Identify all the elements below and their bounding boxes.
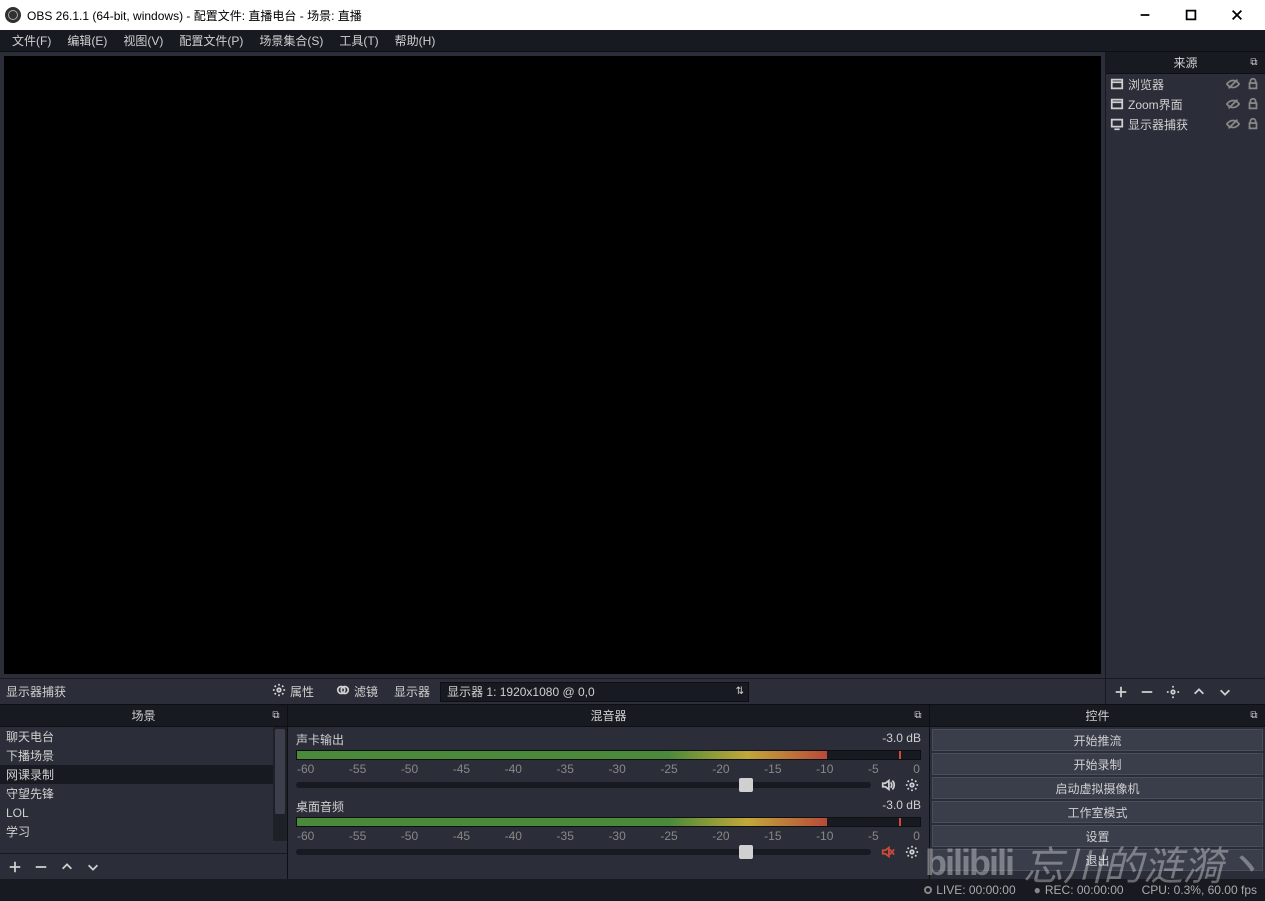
sources-list: 浏览器 Zoom界面显示器捕获 [1106,74,1265,678]
source-properties-bar: 显示器捕获 属性 滤镜 显示器 显示器 1: 1920x1080 @ 0,0 ⇅ [0,678,1105,704]
lock-icon[interactable] [1245,77,1261,91]
chevron-updown-icon: ⇅ [736,686,744,697]
lock-icon[interactable] [1245,97,1261,111]
menu-2[interactable]: 视图(V) [115,30,171,51]
display-select[interactable]: 显示器 1: 1920x1080 @ 0,0 ⇅ [440,682,749,702]
scene-item[interactable]: 聊天电台 [0,727,287,746]
mixer-header: 混音器 ⧉ [288,705,929,727]
channel-name: 桌面音频 [296,798,344,815]
scene-item[interactable]: 下播场景 [0,746,287,765]
popout-icon[interactable]: ⧉ [1247,55,1261,69]
controls-header: 控件 ⧉ [930,705,1265,727]
sources-header: 来源 ⧉ [1106,52,1265,74]
mixer-channel: 声卡输出 -3.0 dB -60-55-50-45-40-35-30-25-20-1… [296,731,921,792]
scene-list: 聊天电台下播场景网课录制守望先锋LOL学习 [0,727,287,841]
scene-item[interactable]: 学习 [0,822,287,841]
speaker-icon[interactable] [879,778,897,792]
visibility-icon[interactable] [1225,97,1241,111]
statusbar: LIVE: 00:00:00 ●REC: 00:00:00 CPU: 0.3%,… [0,879,1265,901]
maximize-button[interactable] [1168,0,1214,30]
display-label: 显示器 [394,683,430,700]
obs-logo-icon [5,7,21,23]
control-button-2[interactable]: 启动虚拟摄像机 [932,777,1263,799]
monitor-icon [1110,117,1124,131]
source-item[interactable]: Zoom界面 [1106,94,1265,114]
add-source-button[interactable] [1112,683,1130,701]
control-button-4[interactable]: 设置 [932,825,1263,847]
menu-6[interactable]: 帮助(H) [387,30,444,51]
volume-slider[interactable] [296,782,871,788]
menu-1[interactable]: 编辑(E) [59,30,115,51]
source-label: 显示器捕获 [1128,116,1221,133]
popout-icon[interactable]: ⧉ [269,708,283,722]
scene-item[interactable]: LOL [0,803,287,822]
scene-item[interactable]: 网课录制 [0,765,287,784]
selected-source-label: 显示器捕获 [6,683,66,700]
properties-button[interactable]: 属性 [266,681,320,702]
source-label: 浏览器 [1128,76,1221,93]
source-label: Zoom界面 [1128,96,1221,113]
filter-icon [336,683,350,700]
mixer-dock: 混音器 ⧉ 声卡输出 -3.0 dB -60-55-50-45-40-35-30-2… [288,705,930,879]
status-live: LIVE: 00:00:00 [924,883,1015,897]
filters-button[interactable]: 滤镜 [330,681,384,702]
sources-panel: 来源 ⧉ 浏览器 Zoom界面显示器捕获 [1105,52,1265,704]
move-up-button[interactable] [1190,683,1208,701]
scene-up-button[interactable] [58,858,76,876]
live-dot-icon [924,886,932,894]
popout-icon[interactable]: ⧉ [911,708,925,722]
source-properties-button[interactable] [1164,683,1182,701]
gear-icon [272,683,286,700]
gear-icon[interactable] [903,845,921,859]
speaker-muted-icon[interactable] [879,845,897,859]
source-item[interactable]: 显示器捕获 [1106,114,1265,134]
sources-toolbar [1106,678,1265,704]
audio-meter [296,750,921,760]
meter-ticks: -60-55-50-45-40-35-30-25-20-15-10-50 [296,762,921,776]
meter-ticks: -60-55-50-45-40-35-30-25-20-15-10-50 [296,829,921,843]
menu-3[interactable]: 配置文件(P) [171,30,251,51]
volume-slider[interactable] [296,849,871,855]
control-button-1[interactable]: 开始录制 [932,753,1263,775]
control-button-3[interactable]: 工作室模式 [932,801,1263,823]
mixer-channel: 桌面音频 -3.0 dB -60-55-50-45-40-35-30-25-20-1… [296,798,921,859]
close-button[interactable] [1214,0,1260,30]
move-down-button[interactable] [1216,683,1234,701]
scene-down-button[interactable] [84,858,102,876]
lock-icon[interactable] [1245,117,1261,131]
visibility-icon[interactable] [1225,77,1241,91]
menu-0[interactable]: 文件(F) [4,30,59,51]
status-rec: ●REC: 00:00:00 [1034,883,1124,897]
window-title: OBS 26.1.1 (64-bit, windows) - 配置文件: 直播电… [27,7,1122,24]
audio-meter [296,817,921,827]
scenes-header: 场景 ⧉ [0,705,287,727]
channel-name: 声卡输出 [296,731,344,748]
preview-canvas[interactable] [4,56,1101,674]
menu-5[interactable]: 工具(T) [331,30,386,51]
menubar: 文件(F)编辑(E)视图(V)配置文件(P)场景集合(S)工具(T)帮助(H) [0,30,1265,52]
controls-dock: 控件 ⧉ 开始推流开始录制启动虚拟摄像机工作室模式设置退出 [930,705,1265,879]
remove-scene-button[interactable] [32,858,50,876]
add-scene-button[interactable] [6,858,24,876]
status-cpu: CPU: 0.3%, 60.00 fps [1142,883,1257,897]
gear-icon[interactable] [903,778,921,792]
channel-db: -3.0 dB [882,731,921,748]
control-button-0[interactable]: 开始推流 [932,729,1263,751]
minimize-button[interactable] [1122,0,1168,30]
remove-source-button[interactable] [1138,683,1156,701]
menu-4[interactable]: 场景集合(S) [251,30,331,51]
window-icon [1110,77,1124,91]
popout-icon[interactable]: ⧉ [1247,708,1261,722]
channel-db: -3.0 dB [882,798,921,815]
scene-item[interactable]: 守望先锋 [0,784,287,803]
scenes-toolbar [0,853,287,879]
control-button-5[interactable]: 退出 [932,849,1263,871]
scrollbar[interactable] [273,727,287,841]
source-item[interactable]: 浏览器 [1106,74,1265,94]
visibility-icon[interactable] [1225,117,1241,131]
window-icon [1110,97,1124,111]
scenes-dock: 场景 ⧉ 聊天电台下播场景网课录制守望先锋LOL学习 [0,705,288,879]
titlebar: OBS 26.1.1 (64-bit, windows) - 配置文件: 直播电… [0,0,1265,30]
